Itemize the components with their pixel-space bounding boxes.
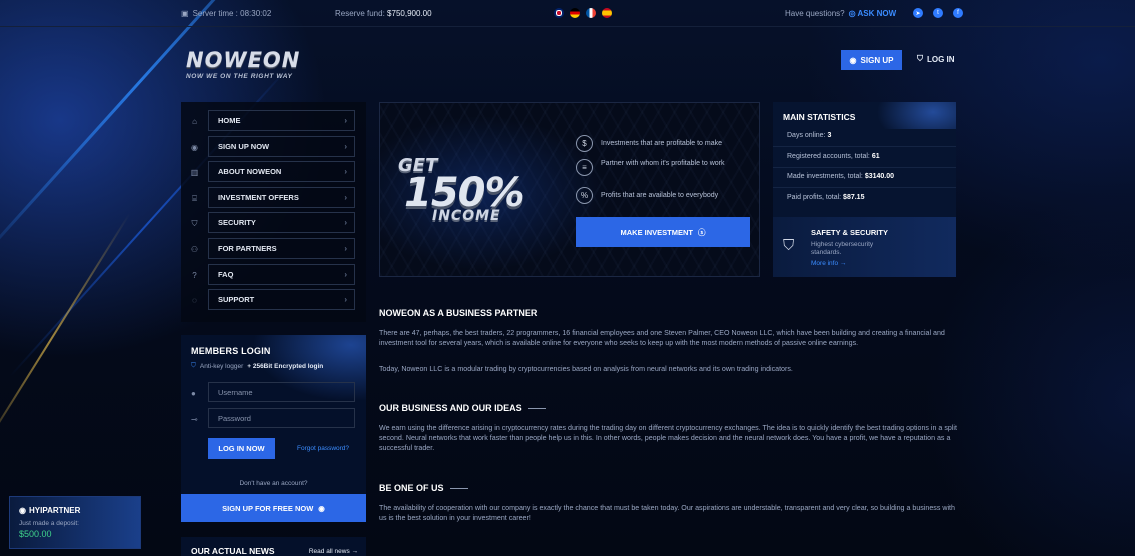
feature-item: % Profits that are available to everybod… <box>576 187 756 204</box>
user-icon: ◉ <box>849 55 857 65</box>
header-signup-button[interactable]: ◉ SIGN UP <box>841 50 902 70</box>
section-paragraph: The availability of cooperation with our… <box>379 504 955 522</box>
sidebar-item-partners[interactable]: ⚇ FOR PARTNERS › <box>181 237 366 264</box>
anti-keylogger-note: ⛉ Anti-key logger + 256Bit Encrypted log… <box>191 362 324 370</box>
chevron-right-icon: › <box>344 243 347 253</box>
chevron-right-icon: › <box>344 295 347 305</box>
shield-icon: ⛉ <box>191 362 196 369</box>
password-input[interactable] <box>208 408 355 428</box>
chevron-right-icon: › <box>344 218 347 228</box>
facebook-icon[interactable]: f <box>953 8 963 18</box>
chevron-right-icon: › <box>344 192 347 202</box>
section-title: OUR BUSINESS AND OUR IDEAS <box>379 403 546 413</box>
coins-icon: $ <box>576 135 593 152</box>
server-time: ▣ Server time : 08:30:02 <box>181 9 272 18</box>
hero-banner: GET 150% INCOME $ Investments that are p… <box>379 102 760 277</box>
stats-title: MAIN STATISTICS <box>783 112 856 122</box>
telegram-icon[interactable]: ➤ <box>913 8 923 18</box>
sidebar-item-faq[interactable]: ? FAQ › <box>181 263 366 290</box>
safety-security-box: ⛉ SAFETY & SECURITY Highest cybersecurit… <box>773 217 956 277</box>
sidebar-item-support[interactable]: ◌ SUPPORT › <box>181 289 366 315</box>
ask-now-link[interactable]: ◎ ASK NOW <box>849 9 897 18</box>
sidebar-item-signup[interactable]: ◉ SIGN UP NOW › <box>181 135 366 162</box>
news-title: OUR ACTUAL NEWS <box>191 546 275 556</box>
stat-registered-accounts: Registered accounts, total: 61 <box>787 153 880 160</box>
feature-item: $ Investments that are profitable to mak… <box>576 135 756 152</box>
feature-item: ≡ Partner with whom it's profitable to w… <box>576 159 756 176</box>
stat-days-online: Days online: 3 <box>787 132 832 139</box>
user-icon: ◉ <box>191 142 198 152</box>
partners-icon: ⚇ <box>190 244 199 254</box>
flag-es-icon[interactable] <box>602 8 612 18</box>
no-account-text: Don't have an account? <box>239 480 308 487</box>
twitter-icon[interactable]: t <box>933 8 943 18</box>
sidebar-nav: ⌂ HOME › ◉ SIGN UP NOW › ▥ ABOUT NOWEON › ⌸… <box>181 102 366 322</box>
shield-icon: ⛉ <box>917 54 923 63</box>
shield-check-icon: ⛉ <box>783 237 795 254</box>
question-icon: ? <box>192 270 197 280</box>
chevron-right-icon: › <box>344 141 347 151</box>
questions: Have questions? ◎ ASK NOW <box>785 9 897 18</box>
shield-icon: ⛉ <box>191 219 198 229</box>
section-title: BE ONE OF US <box>379 483 468 493</box>
calendar-icon: ▣ <box>181 9 189 18</box>
user-icon: ◉ <box>318 503 325 513</box>
section-paragraph: Today, Noweon LLC is a modular trading b… <box>379 365 793 373</box>
header-login-button[interactable]: ⛉ LOG IN <box>917 54 955 64</box>
profit-icon: % <box>576 187 593 204</box>
chat-icon: ◌ <box>192 296 197 306</box>
chevron-right-icon: › <box>344 167 347 177</box>
home-icon: ⌂ <box>192 117 197 126</box>
reserve-fund: Reserve fund: $750,900.00 <box>335 9 432 18</box>
stat-made-investments: Made investments, total: $3140.00 <box>787 173 895 180</box>
hyipartner-widget[interactable]: ◉ HYIPARTNER Just made a deposit: $500.00 <box>9 496 141 549</box>
logo[interactable]: NOWEON NOW WE ON THE RIGHT WAY <box>186 48 300 80</box>
section-title: NOWEON AS A BUSINESS PARTNER <box>379 308 538 318</box>
news-header: OUR ACTUAL NEWS Read all news → <box>181 537 366 556</box>
top-bar: ▣ Server time : 08:30:02 Reserve fund: $… <box>0 0 1135 27</box>
language-flags <box>554 8 612 18</box>
flag-fr-icon[interactable] <box>586 8 596 18</box>
section-paragraph: There are 47, perhaps, the best traders,… <box>379 329 945 347</box>
flag-en-icon[interactable] <box>554 8 564 18</box>
chevron-right-icon: › <box>344 116 347 125</box>
sidebar-item-investment-offers[interactable]: ⌸ INVESTMENT OFFERS › <box>181 186 366 213</box>
bank-icon: ⌸ <box>192 193 197 203</box>
sidebar-item-home[interactable]: ⌂ HOME › <box>181 110 366 136</box>
sidebar-item-security[interactable]: ⛉ SECURITY › <box>181 212 366 238</box>
social-links: ➤ t f <box>913 8 963 18</box>
user-icon: ● <box>191 389 196 398</box>
deposit-value: $500.00 <box>19 529 52 539</box>
forgot-password-link[interactable]: Forgot password? <box>297 445 349 452</box>
key-icon: ⊸ <box>191 415 198 424</box>
stat-paid-profits: Paid profits, total: $87.15 <box>787 194 865 201</box>
make-investment-button[interactable]: MAKE INVESTMENT ⓢ <box>576 217 750 247</box>
flag-de-icon[interactable] <box>570 8 580 18</box>
section-paragraph: We earn using the difference arising in … <box>379 424 957 452</box>
username-input[interactable] <box>208 382 355 402</box>
login-title: MEMBERS LOGIN <box>191 346 271 356</box>
login-button[interactable]: LOG IN NOW <box>208 438 275 459</box>
chevron-right-icon: › <box>344 269 347 279</box>
sidebar-item-about[interactable]: ▥ ABOUT NOWEON › <box>181 161 366 187</box>
more-info-link[interactable]: More info → <box>811 260 846 267</box>
dollar-icon: ⓢ <box>698 227 706 237</box>
page-background <box>0 0 1135 556</box>
signup-free-button[interactable]: SIGN UP FOR FREE NOW ◉ <box>181 494 366 522</box>
user-icon: ◉ <box>19 506 26 515</box>
chart-icon: ▥ <box>190 168 199 178</box>
database-icon: ≡ <box>576 159 593 176</box>
main-statistics-panel: MAIN STATISTICS Days online: 3 Registere… <box>773 102 956 277</box>
read-all-news-link[interactable]: Read all news → <box>309 548 358 555</box>
